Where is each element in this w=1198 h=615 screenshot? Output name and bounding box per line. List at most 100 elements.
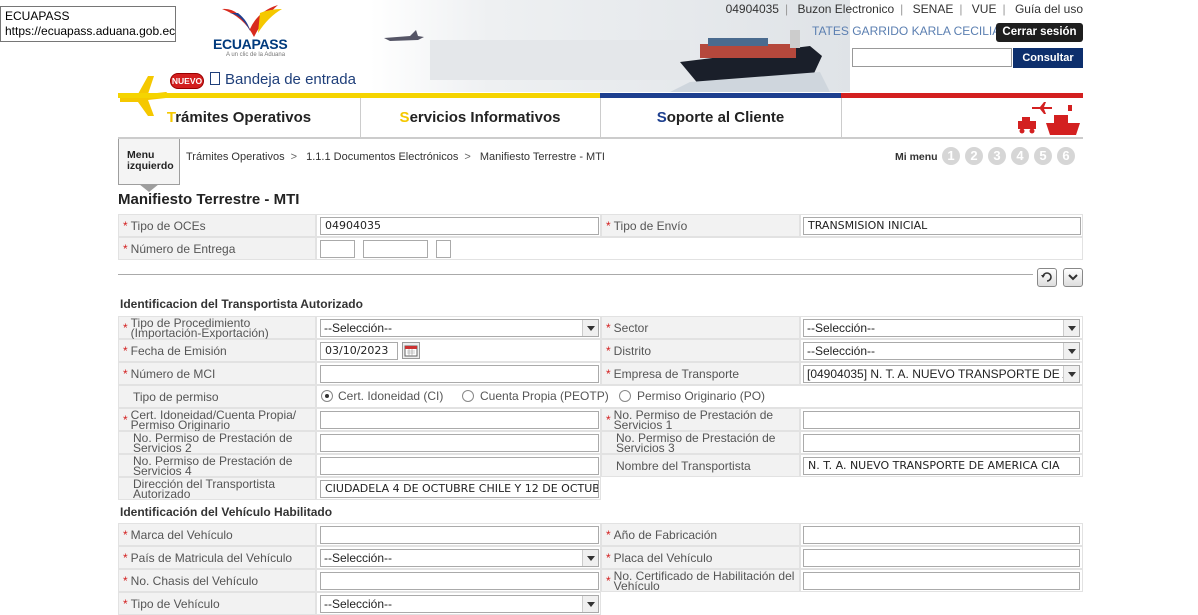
tooltip-url: https://ecuapass.aduana.gob.ec/ bbox=[5, 24, 176, 38]
vue-link[interactable]: VUE bbox=[972, 2, 997, 16]
chasis-field[interactable] bbox=[320, 572, 599, 590]
top-links: 04904035 | Buzon Electronico | SENAE | VUE |… bbox=[725, 2, 1083, 16]
left-menu-toggle[interactable]: Menu izquierdo bbox=[118, 139, 180, 192]
marca-field[interactable] bbox=[320, 526, 599, 544]
tipo-envio-field[interactable]: TRANSMISION INICIAL bbox=[803, 217, 1081, 235]
breadcrumb: Trámites Operativos > 1.1.1 Documentos El… bbox=[186, 151, 605, 163]
senae-link[interactable]: SENAE bbox=[913, 2, 954, 16]
search-input[interactable] bbox=[852, 48, 1012, 67]
collapse-button[interactable] bbox=[1063, 268, 1083, 287]
certificado-label: * No. Certificado de Habilitación del Veh… bbox=[601, 569, 800, 592]
permiso-4-label: No. Permiso de Prestación de Servicios 4 bbox=[118, 454, 316, 477]
nav-label: ervicios Informativos bbox=[409, 109, 561, 126]
mi-menu-label: Mi menu bbox=[895, 151, 938, 163]
permiso-1-label: * No. Permiso de Prestación de Servicios … bbox=[601, 408, 800, 431]
form-row-tipo-vehiculo: * Tipo de Vehículo --Selección-- bbox=[118, 592, 1083, 615]
form-row-cert: * Cert. Idoneidad/Cuenta Propia/ Permiso … bbox=[118, 408, 1083, 431]
radio-permiso-originario-label: Permiso Originario (PO) bbox=[637, 389, 766, 403]
buzon-link[interactable]: Buzon Electronico bbox=[797, 2, 894, 16]
permiso-3-label: No. Permiso de Prestación de Servicios 3 bbox=[601, 431, 800, 454]
tipo-envio-label: * Tipo de Envío bbox=[601, 214, 800, 237]
pais-select[interactable]: --Selección-- bbox=[320, 549, 599, 567]
form-row-permiso-2-3: No. Permiso de Prestación de Servicios 2… bbox=[118, 431, 1083, 454]
permiso-4-field[interactable] bbox=[320, 457, 599, 475]
form-row-pais: * País de Matricula del Vehículo --Selecc… bbox=[118, 546, 1083, 569]
nav-tramites-operativos[interactable]: Trámites Operativos bbox=[118, 93, 360, 139]
permiso-3-field[interactable] bbox=[803, 434, 1080, 452]
distrito-select[interactable]: --Selección-- bbox=[803, 342, 1080, 360]
calendar-icon[interactable] bbox=[402, 342, 420, 359]
chevron-down-icon bbox=[582, 320, 598, 336]
radio-cuenta-propia[interactable] bbox=[462, 390, 474, 402]
chevron-down-icon bbox=[1063, 320, 1079, 336]
form-row-procedimiento: * Tipo de Procedimiento (Importación-Expo… bbox=[118, 316, 1083, 339]
guia-link[interactable]: Guía del uso bbox=[1015, 2, 1083, 16]
sector-select[interactable]: --Selección-- bbox=[803, 319, 1080, 337]
search-button[interactable]: Consultar bbox=[1013, 48, 1083, 68]
section-transportista-title: Identificacion del Transportista Autoriz… bbox=[120, 297, 363, 311]
numero-entrega-field-2[interactable] bbox=[363, 240, 428, 258]
tipo-vehiculo-select[interactable]: --Selección-- bbox=[320, 595, 599, 613]
chevron-down-icon bbox=[1068, 274, 1078, 281]
marca-label: * Marca del Vehículo bbox=[118, 523, 316, 546]
left-menu-label-2: izquierdo bbox=[127, 160, 174, 172]
radio-cert-idoneidad[interactable] bbox=[321, 390, 333, 402]
chevron-down-icon bbox=[1063, 343, 1079, 359]
chevron-down-icon bbox=[582, 596, 598, 612]
cert-idoneidad-label: * Cert. Idoneidad/Cuenta Propia/ Permiso … bbox=[118, 408, 316, 431]
tipo-procedimiento-label: * Tipo de Procedimiento (Importación-Expo… bbox=[118, 316, 316, 339]
permiso-1-field[interactable] bbox=[803, 411, 1080, 429]
section-divider bbox=[118, 274, 1033, 275]
tipo-oces-field[interactable]: 04904035 bbox=[320, 217, 599, 235]
radio-cuenta-propia-label: Cuenta Propia (PEOTP) bbox=[480, 389, 609, 403]
nav-soporte-cliente[interactable]: Soporte al Cliente bbox=[600, 93, 841, 139]
empresa-transporte-select[interactable]: [04904035] N. T. A. NUEVO TRANSPORTE DE … bbox=[803, 365, 1080, 383]
mi-menu-slot-5[interactable]: 5 bbox=[1034, 147, 1052, 165]
direccion-field[interactable]: CIUDADELA 4 DE OCTUBRE CHILE Y 12 DE OCT… bbox=[320, 480, 599, 498]
numero-entrega-label: * Número de Entrega bbox=[118, 237, 316, 260]
inbox-label: Bandeja de entrada bbox=[225, 71, 356, 88]
breadcrumb-item-2[interactable]: 1.1.1 Documentos Electrónicos bbox=[306, 151, 458, 163]
chasis-label: * No. Chasis del Vehículo bbox=[118, 569, 316, 592]
mi-menu-slot-2[interactable]: 2 bbox=[965, 147, 983, 165]
distrito-label: * Distrito bbox=[601, 339, 800, 362]
chevron-down-icon bbox=[582, 550, 598, 566]
mi-menu-slot-3[interactable]: 3 bbox=[988, 147, 1006, 165]
nav-initial: S bbox=[399, 109, 410, 126]
nav-label: oporte al Cliente bbox=[666, 109, 785, 126]
page-title: Manifiesto Terrestre - MTI bbox=[118, 191, 300, 208]
chevron-down-icon bbox=[1063, 366, 1079, 382]
mi-menu-slot-1[interactable]: 1 bbox=[942, 147, 960, 165]
nombre-transportista-field[interactable]: N. T. A. NUEVO TRANSPORTE DE AMERICA CIA bbox=[803, 457, 1080, 475]
mi-menu-slot-6[interactable]: 6 bbox=[1057, 147, 1075, 165]
placa-field[interactable] bbox=[803, 549, 1080, 567]
radio-permiso-originario[interactable] bbox=[619, 390, 631, 402]
nav-initial: T bbox=[166, 109, 176, 126]
user-name: TATES GARRIDO KARLA CECILIA bbox=[812, 24, 1001, 38]
breadcrumb-item-1[interactable]: Trámites Operativos bbox=[186, 151, 285, 163]
form-row-mci: * Número de MCI * Empresa de Transporte [0… bbox=[118, 362, 1083, 385]
cert-idoneidad-field[interactable] bbox=[320, 411, 599, 429]
numero-mci-field[interactable] bbox=[320, 365, 599, 383]
form-row-direccion: Dirección del Transportista Autorizado C… bbox=[118, 477, 1083, 500]
anio-field[interactable] bbox=[803, 526, 1080, 544]
nav-servicios-informativos[interactable]: Servicios Informativos bbox=[360, 93, 600, 139]
permiso-2-field[interactable] bbox=[320, 434, 599, 452]
mi-menu-slot-4[interactable]: 4 bbox=[1011, 147, 1029, 165]
tipo-procedimiento-select[interactable]: --Selección-- bbox=[320, 319, 599, 337]
transport-icons bbox=[1018, 102, 1080, 135]
radio-cert-idoneidad-label: Cert. Idoneidad (CI) bbox=[338, 389, 444, 403]
fecha-emision-label: * Fecha de Emisión bbox=[118, 339, 316, 362]
tipo-oces-label: * Tipo de OCEs bbox=[118, 214, 316, 237]
certificado-field[interactable] bbox=[803, 572, 1080, 590]
form-row-marca: * Marca del Vehículo * Año de Fabricación bbox=[118, 523, 1083, 546]
fecha-emision-field[interactable]: 03/10/2023 bbox=[320, 342, 398, 360]
numero-entrega-field-1[interactable] bbox=[320, 240, 355, 258]
inbox-link[interactable]: Bandeja de entrada bbox=[210, 71, 356, 88]
tooltip-title: ECUAPASS bbox=[5, 9, 70, 23]
numero-entrega-field-3[interactable] bbox=[436, 240, 451, 258]
refresh-button[interactable] bbox=[1037, 268, 1057, 287]
form-row-permiso-4: No. Permiso de Prestación de Servicios 4… bbox=[118, 454, 1083, 477]
logout-button[interactable]: Cerrar sesión bbox=[996, 23, 1083, 42]
user-code-link[interactable]: 04904035 bbox=[726, 2, 779, 16]
